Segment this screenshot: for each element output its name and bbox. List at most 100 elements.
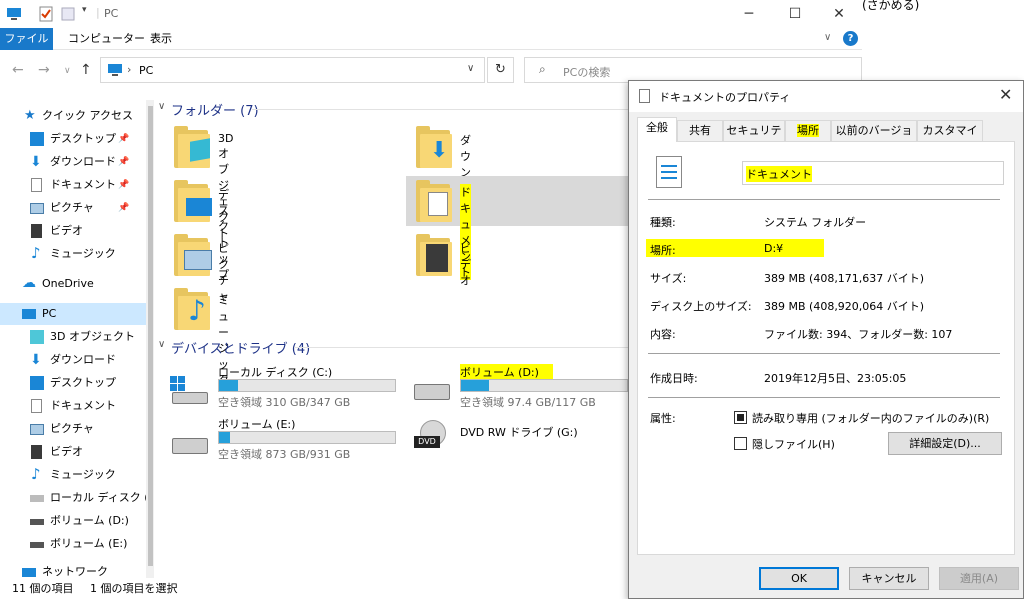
cancel-button[interactable]: キャンセル xyxy=(849,567,929,590)
drive-icon xyxy=(30,542,44,548)
tab-security[interactable]: セキュリティ xyxy=(723,120,785,156)
tab-view[interactable]: 表示 xyxy=(140,28,182,50)
address-dropdown-icon[interactable]: ∨ xyxy=(467,63,474,74)
nav-pc-volume-d[interactable]: ボリューム (D:) xyxy=(0,510,146,532)
nav-pc-videos[interactable]: ビデオ xyxy=(0,441,146,463)
nav-pc-desktop[interactable]: デスクトップ xyxy=(0,372,146,394)
nav-label: 3D オブジェクト xyxy=(50,330,135,343)
hidden-checkbox[interactable] xyxy=(734,437,747,450)
collapse-folders-icon[interactable]: ∨ xyxy=(158,101,165,112)
general-tab-panel: ドキュメント 種類: システム フォルダー 場所: D:¥ サイズ: 389 M… xyxy=(637,141,1015,555)
nav-quick-videos[interactable]: ビデオ xyxy=(0,220,146,242)
nav-quick-documents[interactable]: ドキュメント 📌 xyxy=(0,174,146,196)
prop-value-size: 389 MB (408,171,637 バイト) xyxy=(764,272,925,285)
nav-pc-pictures[interactable]: ピクチャ xyxy=(0,418,146,440)
ok-button[interactable]: OK xyxy=(759,567,839,590)
tab-general[interactable]: 全般 xyxy=(637,117,677,142)
nav-label: ダウンロード xyxy=(50,155,116,168)
nav-pc[interactable]: PC xyxy=(0,303,146,325)
properties-quick-icon[interactable] xyxy=(38,6,54,22)
nav-network[interactable]: ネットワーク xyxy=(0,561,146,578)
dialog-close-icon[interactable]: ✕ xyxy=(999,85,1012,104)
nav-pc-volume-e[interactable]: ボリューム (E:) xyxy=(0,533,146,555)
nav-quick-downloads[interactable]: ⬇ ダウンロード 📌 xyxy=(0,151,146,173)
recent-locations-icon[interactable]: ∨ xyxy=(64,66,71,76)
tab-location-label: 場所 xyxy=(797,124,819,137)
nav-label: OneDrive xyxy=(42,277,94,290)
nav-label: ビデオ xyxy=(50,224,83,237)
prop-label-size-on-disk: ディスク上のサイズ: xyxy=(650,300,752,313)
nav-quick-music[interactable]: ♪ ミュージック xyxy=(0,243,146,265)
prop-value-created: 2019年12月5日、23:05:05 xyxy=(764,372,907,385)
document-large-icon xyxy=(656,156,682,188)
nav-quick-pictures[interactable]: ピクチャ 📌 xyxy=(0,197,146,219)
tab-customize[interactable]: カスタマイズ xyxy=(917,120,983,156)
readonly-checkbox[interactable] xyxy=(734,411,747,424)
drive-icon xyxy=(412,376,452,410)
nav-label: ボリューム (E:) xyxy=(50,537,128,550)
pin-icon[interactable]: 📌 xyxy=(118,128,129,150)
readonly-label: 読み取り専用 (フォルダー内のファイルのみ)(R) xyxy=(752,412,990,425)
nav-label: ローカル ディスク (C xyxy=(50,491,146,504)
maximize-button[interactable]: ☐ xyxy=(772,0,818,28)
tab-previous-versions[interactable]: 以前のバージョン xyxy=(831,120,917,156)
nav-label: ミュージック xyxy=(50,468,116,481)
address-bar[interactable]: › PC ∨ xyxy=(100,57,485,83)
document-icon xyxy=(639,89,650,103)
refresh-button[interactable]: ↻ xyxy=(487,57,514,83)
nav-pc-downloads[interactable]: ⬇ ダウンロード xyxy=(0,349,146,371)
nav-quick-desktop[interactable]: デスクトップ 📌 xyxy=(0,128,146,150)
tab-sharing[interactable]: 共有 xyxy=(677,120,723,141)
ribbon: ファイル コンピューター 表示 ∨ ? xyxy=(0,28,862,50)
drive-free-space: 空き領域 873 GB/931 GB xyxy=(218,448,351,461)
nav-onedrive[interactable]: ☁ OneDrive xyxy=(0,273,146,295)
advanced-button[interactable]: 詳細設定(D)... xyxy=(888,432,1002,455)
nav-quick-access[interactable]: ★ クイック アクセス xyxy=(0,105,146,127)
prop-label-location: 場所: xyxy=(650,244,676,257)
tab-file[interactable]: ファイル xyxy=(0,28,53,50)
back-button[interactable]: ← xyxy=(12,62,24,78)
folder-name-field[interactable]: ドキュメント xyxy=(742,161,1004,185)
folder-document-icon xyxy=(414,178,454,222)
nav-label: ピクチャ xyxy=(50,422,94,435)
title-divider: | xyxy=(96,6,100,19)
prop-label-created: 作成日時: xyxy=(650,372,698,385)
video-icon xyxy=(31,224,42,238)
drive-usage-bar xyxy=(218,431,396,444)
ribbon-expand-icon[interactable]: ∨ xyxy=(824,32,831,43)
close-button[interactable]: ✕ xyxy=(816,0,862,28)
up-button[interactable]: ↑ xyxy=(80,62,92,78)
help-icon[interactable]: ? xyxy=(843,31,858,46)
nav-label: ダウンロード xyxy=(50,353,116,366)
nav-pc-music[interactable]: ♪ ミュージック xyxy=(0,464,146,486)
folders-header[interactable]: フォルダー (7) xyxy=(171,100,259,119)
nav-label: ビデオ xyxy=(50,445,83,458)
nav-scrollbar-thumb[interactable] xyxy=(148,106,153,566)
network-icon xyxy=(22,568,36,577)
new-folder-quick-icon[interactable] xyxy=(60,6,76,22)
nav-pc-documents[interactable]: ドキュメント xyxy=(0,395,146,417)
forward-button[interactable]: → xyxy=(38,62,50,78)
tab-location[interactable]: 場所 xyxy=(785,120,831,141)
prop-label-type: 種類: xyxy=(650,216,676,229)
breadcrumb[interactable]: PC xyxy=(139,64,153,77)
pc-icon xyxy=(6,6,22,22)
pin-icon[interactable]: 📌 xyxy=(118,151,129,173)
background-text: (さかめる) xyxy=(862,0,920,12)
customize-toolbar-icon[interactable]: ▾ xyxy=(82,5,87,15)
search-icon: ⌕ xyxy=(539,62,546,76)
nav-pc-local-disk-c[interactable]: ローカル ディスク (C xyxy=(0,487,146,509)
prop-label-contents: 内容: xyxy=(650,328,676,341)
nav-label: デスクトップ xyxy=(50,376,116,389)
collapse-drives-icon[interactable]: ∨ xyxy=(158,339,165,350)
nav-label: デスクトップ xyxy=(50,132,116,145)
pin-icon[interactable]: 📌 xyxy=(118,197,129,219)
pin-icon[interactable]: 📌 xyxy=(118,174,129,196)
desktop-icon xyxy=(30,132,44,146)
nav-label: PC xyxy=(42,307,57,320)
download-icon: ⬇ xyxy=(30,154,42,170)
nav-pc-3d-objects[interactable]: 3D オブジェクト xyxy=(0,326,146,348)
minimize-button[interactable]: ─ xyxy=(726,0,772,28)
drives-header[interactable]: デバイスとドライブ (4) xyxy=(171,338,310,357)
apply-button[interactable]: 適用(A) xyxy=(939,567,1019,590)
